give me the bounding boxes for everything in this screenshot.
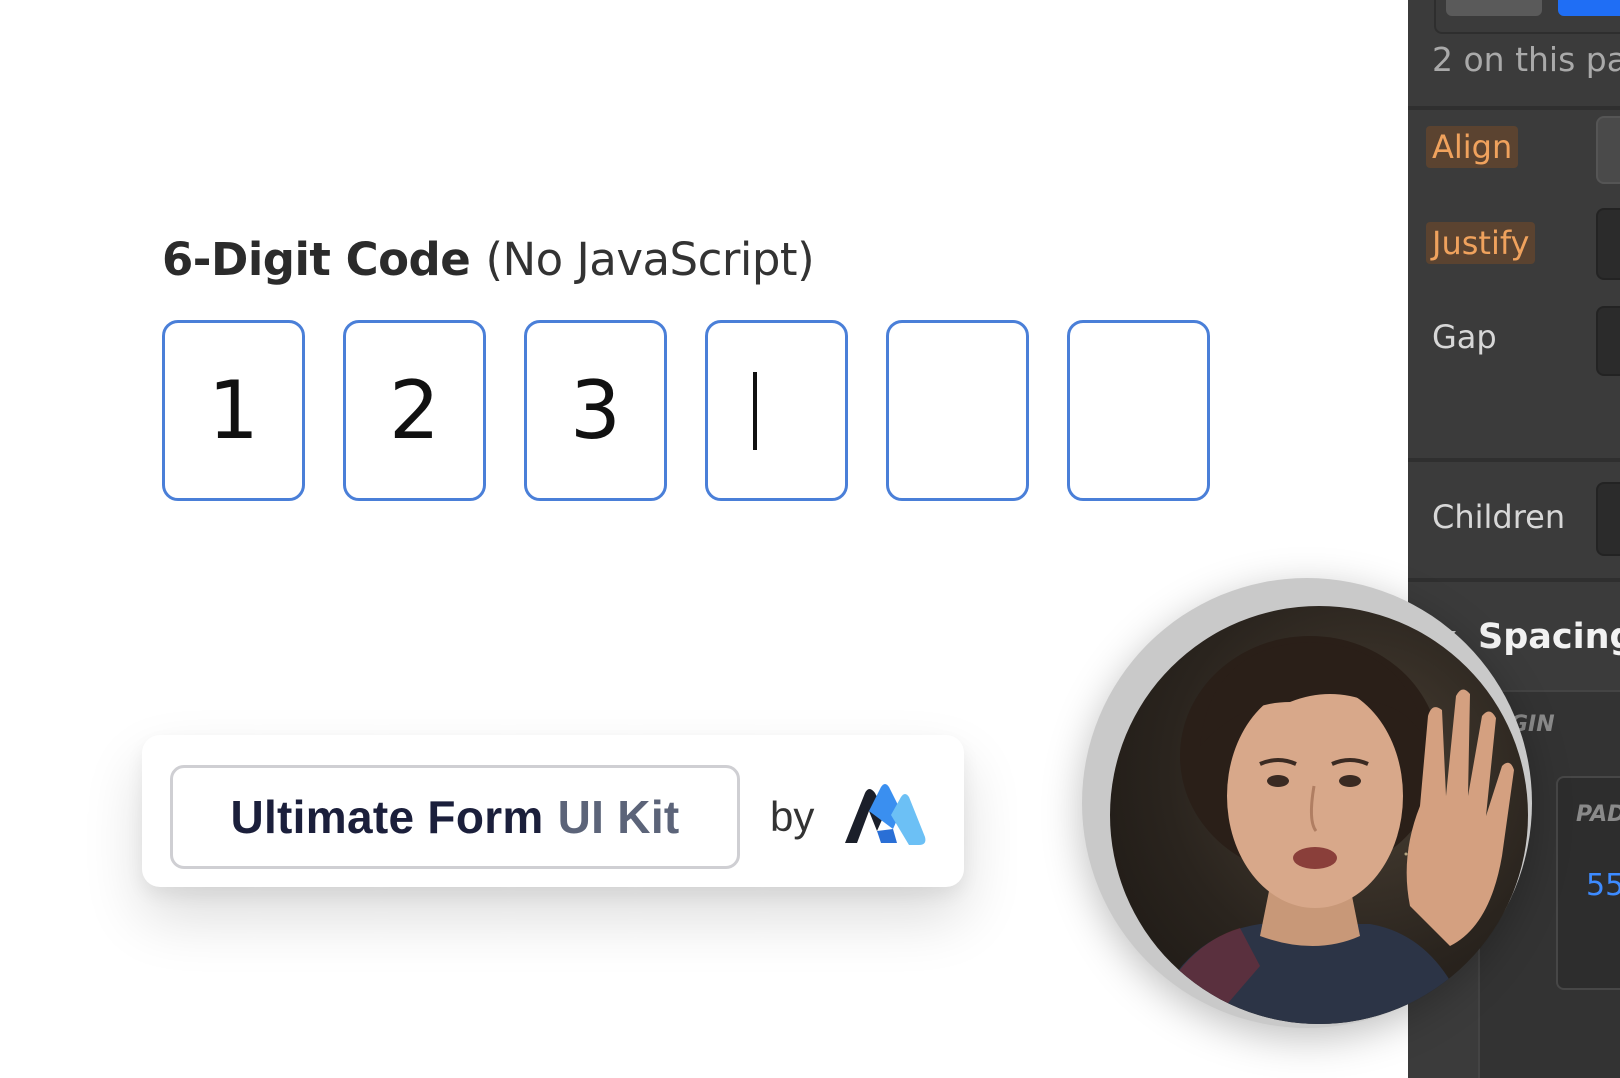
kit-name-accent: UI Kit [557, 791, 680, 843]
justify-control[interactable] [1596, 208, 1620, 280]
gap-input[interactable] [1596, 306, 1620, 376]
kit-name-main: Ultimate Form [230, 791, 544, 843]
digit-input-4[interactable] [705, 320, 848, 501]
panel-primary-button[interactable] [1558, 0, 1620, 16]
digit-input-3[interactable]: 3 [524, 320, 667, 501]
presenter-webcam [1110, 606, 1528, 1024]
by-label: by [770, 793, 815, 840]
digit-input-2[interactable]: 2 [343, 320, 486, 501]
panel-secondary-button[interactable] [1446, 0, 1542, 16]
padding-label: PAD [1576, 802, 1620, 827]
panel-divider [1408, 458, 1620, 462]
align-control[interactable] [1596, 116, 1620, 184]
panel-divider [1408, 106, 1620, 110]
children-label: Children [1432, 498, 1566, 536]
presenter-illustration [1150, 636, 1514, 1024]
text-caret [752, 371, 757, 450]
code-title-note: (No JavaScript) [485, 233, 815, 286]
selection-count-text: 2 on this pa [1432, 40, 1620, 79]
digit-input-6[interactable] [1067, 320, 1210, 501]
gap-label: Gap [1432, 318, 1497, 356]
justify-label: Justify [1426, 222, 1536, 264]
digit-input-1[interactable]: 1 [162, 320, 305, 501]
digit-value-2: 2 [389, 364, 440, 457]
code-title-bold: 6-Digit Code [162, 233, 471, 286]
padding-top-value[interactable]: 55 [1586, 868, 1620, 903]
ui-kit-button[interactable]: Ultimate Form UI Kit [170, 765, 740, 869]
digit-input-5[interactable] [886, 320, 1029, 501]
brand-card: Ultimate Form UI Kit by [142, 735, 964, 887]
brand-m-logo-icon[interactable] [839, 781, 929, 851]
digit-value-1: 1 [208, 364, 259, 457]
code-field-label: 6-Digit Code (No JavaScript) [162, 228, 815, 292]
align-label: Align [1426, 126, 1519, 168]
digit-value-3: 3 [570, 364, 621, 457]
panel-divider [1408, 578, 1620, 582]
children-control[interactable] [1596, 482, 1620, 556]
